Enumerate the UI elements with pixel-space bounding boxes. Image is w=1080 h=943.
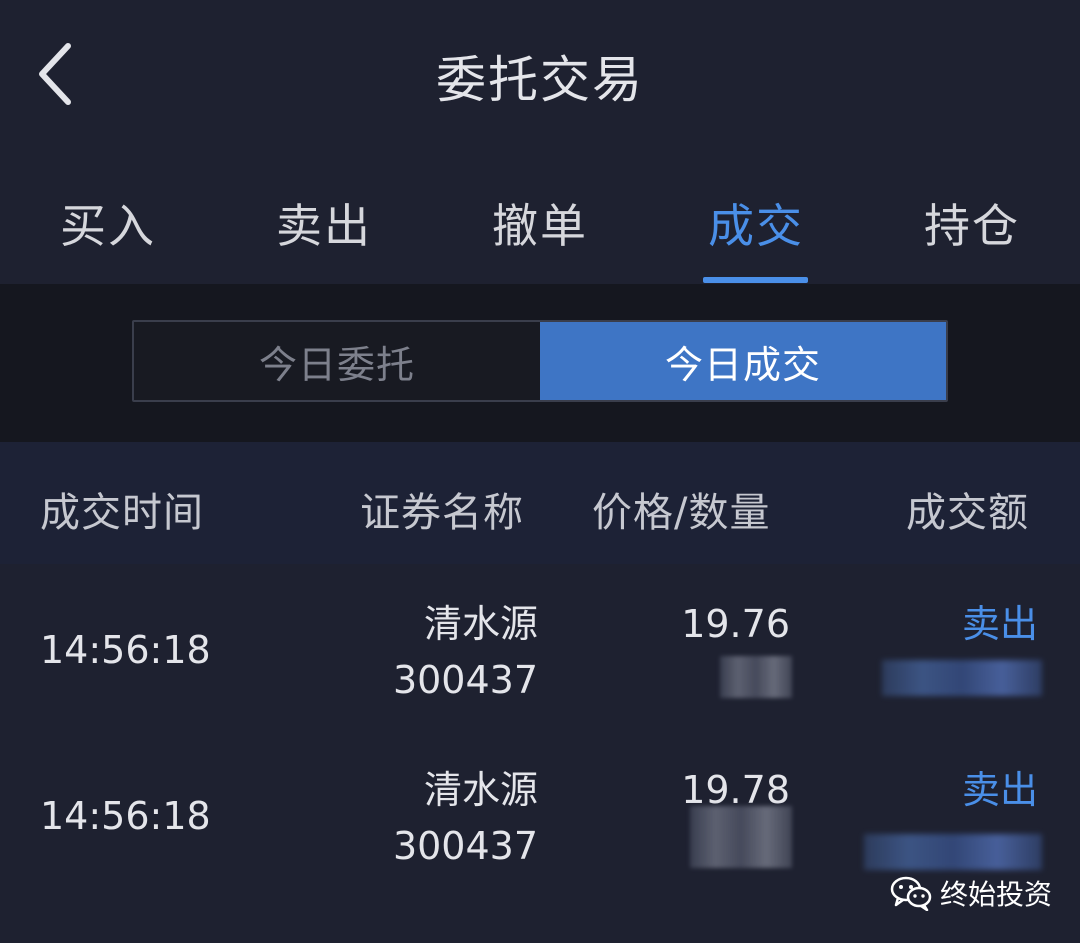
deal-price: 19.76	[681, 602, 790, 646]
deal-direction: 卖出	[961, 602, 1038, 646]
day-segment-control: 今日委托 今日成交	[132, 320, 948, 402]
deal-direction: 卖出	[961, 768, 1038, 812]
column-header-amount: 成交额	[906, 490, 1029, 536]
wechat-logo-icon	[890, 876, 932, 911]
segment-area: 今日委托 今日成交	[0, 284, 1080, 442]
table-row[interactable]: 14:56:18 清水源 300437 19.76 卖出	[0, 590, 1080, 756]
security-name: 清水源	[423, 602, 538, 646]
app-root: 委托交易 买入 卖出 撤单 成交 持仓 今日委托 今日成交 成交时间 证券名称 …	[0, 0, 1080, 943]
deal-time: 14:56:18	[40, 628, 211, 672]
tab-deals[interactable]: 成交	[676, 190, 836, 256]
watermark-text: 终始投资	[940, 878, 1053, 911]
segment-today-orders[interactable]: 今日委托	[134, 322, 540, 400]
tab-buy[interactable]: 买入	[28, 190, 188, 256]
page-title: 委托交易	[436, 51, 644, 109]
tab-positions[interactable]: 持仓	[892, 190, 1052, 256]
column-header-price-qty: 价格/数量	[592, 490, 771, 536]
tab-sell[interactable]: 卖出	[244, 190, 404, 256]
column-header-name: 证券名称	[360, 490, 524, 536]
redacted-amount	[864, 834, 1042, 870]
top-bar: 委托交易	[0, 0, 1080, 150]
security-code: 300437	[392, 658, 538, 702]
security-name: 清水源	[423, 768, 538, 812]
redacted-quantity	[690, 806, 792, 868]
deal-time: 14:56:18	[40, 794, 211, 838]
table-header: 成交时间 证券名称 价格/数量 成交额	[0, 442, 1080, 564]
watermark: 终始投资	[890, 868, 1052, 918]
trade-tabs: 买入 卖出 撤单 成交 持仓	[0, 150, 1080, 284]
security-code: 300437	[392, 824, 538, 868]
redacted-quantity	[720, 656, 792, 698]
redacted-amount	[882, 660, 1042, 696]
tab-cancel[interactable]: 撤单	[460, 190, 620, 256]
active-tab-indicator	[703, 277, 808, 283]
column-header-time: 成交时间	[40, 490, 204, 536]
segment-today-deals[interactable]: 今日成交	[540, 322, 946, 400]
